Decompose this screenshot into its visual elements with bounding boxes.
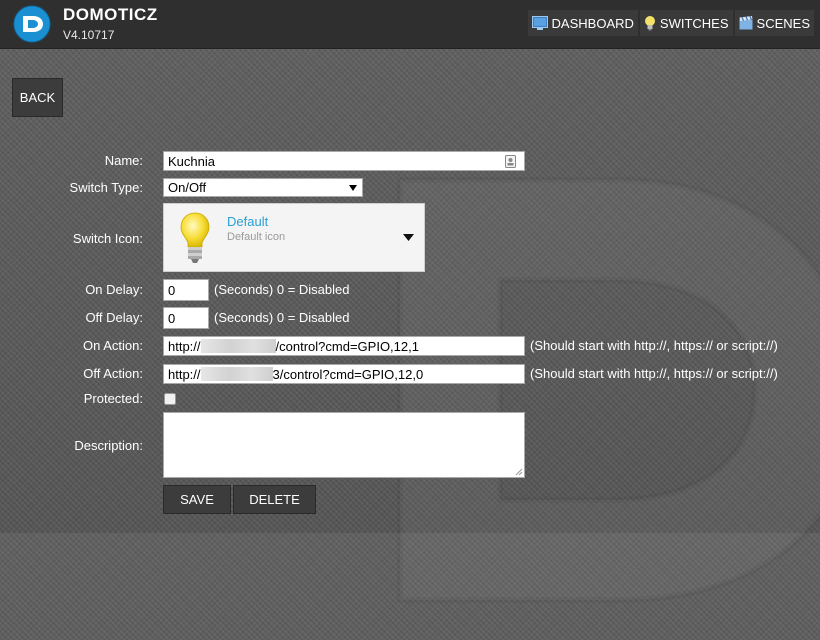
- dashboard-icon: [531, 16, 548, 30]
- redacted-host: [200, 339, 276, 353]
- off-delay-hint: (Seconds) 0 = Disabled: [214, 310, 350, 325]
- clapperboard-icon: [739, 16, 753, 30]
- on-action-label: On Action:: [83, 338, 143, 353]
- domoticz-logo-icon[interactable]: [13, 5, 51, 43]
- nav-dashboard-label: DASHBOARD: [551, 15, 634, 31]
- chevron-down-icon: [403, 234, 414, 241]
- on-action-prefix: http://: [168, 338, 201, 354]
- name-input[interactable]: Kuchnia: [163, 151, 525, 171]
- name-label: Name:: [104, 153, 143, 168]
- off-action-prefix: http://: [168, 366, 201, 382]
- off-action-suffix: 3/control?cmd=GPIO,12,0: [272, 366, 424, 382]
- on-action-hint: (Should start with http://, https:// or …: [530, 338, 778, 353]
- back-button[interactable]: BACK: [12, 78, 63, 117]
- nav-switches[interactable]: SWITCHES: [639, 10, 733, 36]
- nav-dashboard[interactable]: DASHBOARD: [527, 10, 638, 36]
- on-action-input[interactable]: http:// /control?cmd=GPIO,12,1: [163, 336, 525, 356]
- on-action-suffix: /control?cmd=GPIO,12,1: [275, 338, 419, 354]
- contact-card-icon[interactable]: [505, 155, 516, 168]
- switch-type-select[interactable]: On/Off: [163, 178, 363, 197]
- lightbulb-icon: [180, 212, 210, 263]
- description-textarea[interactable]: [163, 412, 525, 478]
- dropdown-arrow-icon: [349, 185, 357, 191]
- switch-icon-select[interactable]: Default Default icon: [163, 203, 425, 272]
- switch-icon-label: Switch Icon:: [72, 231, 143, 246]
- on-delay-input[interactable]: 0: [163, 279, 209, 301]
- save-button[interactable]: SAVE: [163, 485, 231, 514]
- off-action-hint: (Should start with http://, https:// or …: [530, 366, 778, 381]
- nav-scenes[interactable]: SCENES: [734, 10, 814, 36]
- resize-handle-icon[interactable]: [515, 468, 523, 476]
- off-delay-value: 0: [168, 310, 176, 326]
- switch-icon-description: Default icon: [227, 231, 286, 243]
- on-delay-value: 0: [168, 282, 176, 298]
- protected-checkbox[interactable]: [164, 393, 176, 405]
- off-action-input[interactable]: http:// 3/control?cmd=GPIO,12,0: [163, 364, 525, 384]
- off-action-label: Off Action:: [83, 366, 143, 381]
- switch-type-value: On/Off: [168, 180, 207, 195]
- on-delay-hint: (Seconds) 0 = Disabled: [214, 282, 350, 297]
- app-version: V4.10717: [63, 28, 115, 42]
- nav-scenes-label: SCENES: [756, 15, 810, 31]
- app-title: DOMOTICZ: [63, 5, 158, 24]
- switch-icon-name: Default: [227, 214, 269, 229]
- lightbulb-icon: [644, 16, 655, 31]
- top-bar: DOMOTICZ V4.10717 DASHBOARD SWITCHES SCE…: [0, 0, 820, 49]
- description-label: Description:: [74, 438, 143, 453]
- top-nav: DASHBOARD SWITCHES SCENES: [527, 10, 814, 36]
- delete-button[interactable]: DELETE: [233, 485, 316, 514]
- nav-switches-label: SWITCHES: [659, 15, 729, 31]
- on-delay-label: On Delay:: [85, 282, 143, 297]
- off-delay-label: Off Delay:: [85, 310, 143, 325]
- protected-label: Protected:: [83, 391, 143, 406]
- redacted-host: [200, 367, 273, 381]
- switch-type-label: Switch Type:: [69, 180, 143, 195]
- name-input-value: Kuchnia: [168, 153, 215, 169]
- off-delay-input[interactable]: 0: [163, 307, 209, 329]
